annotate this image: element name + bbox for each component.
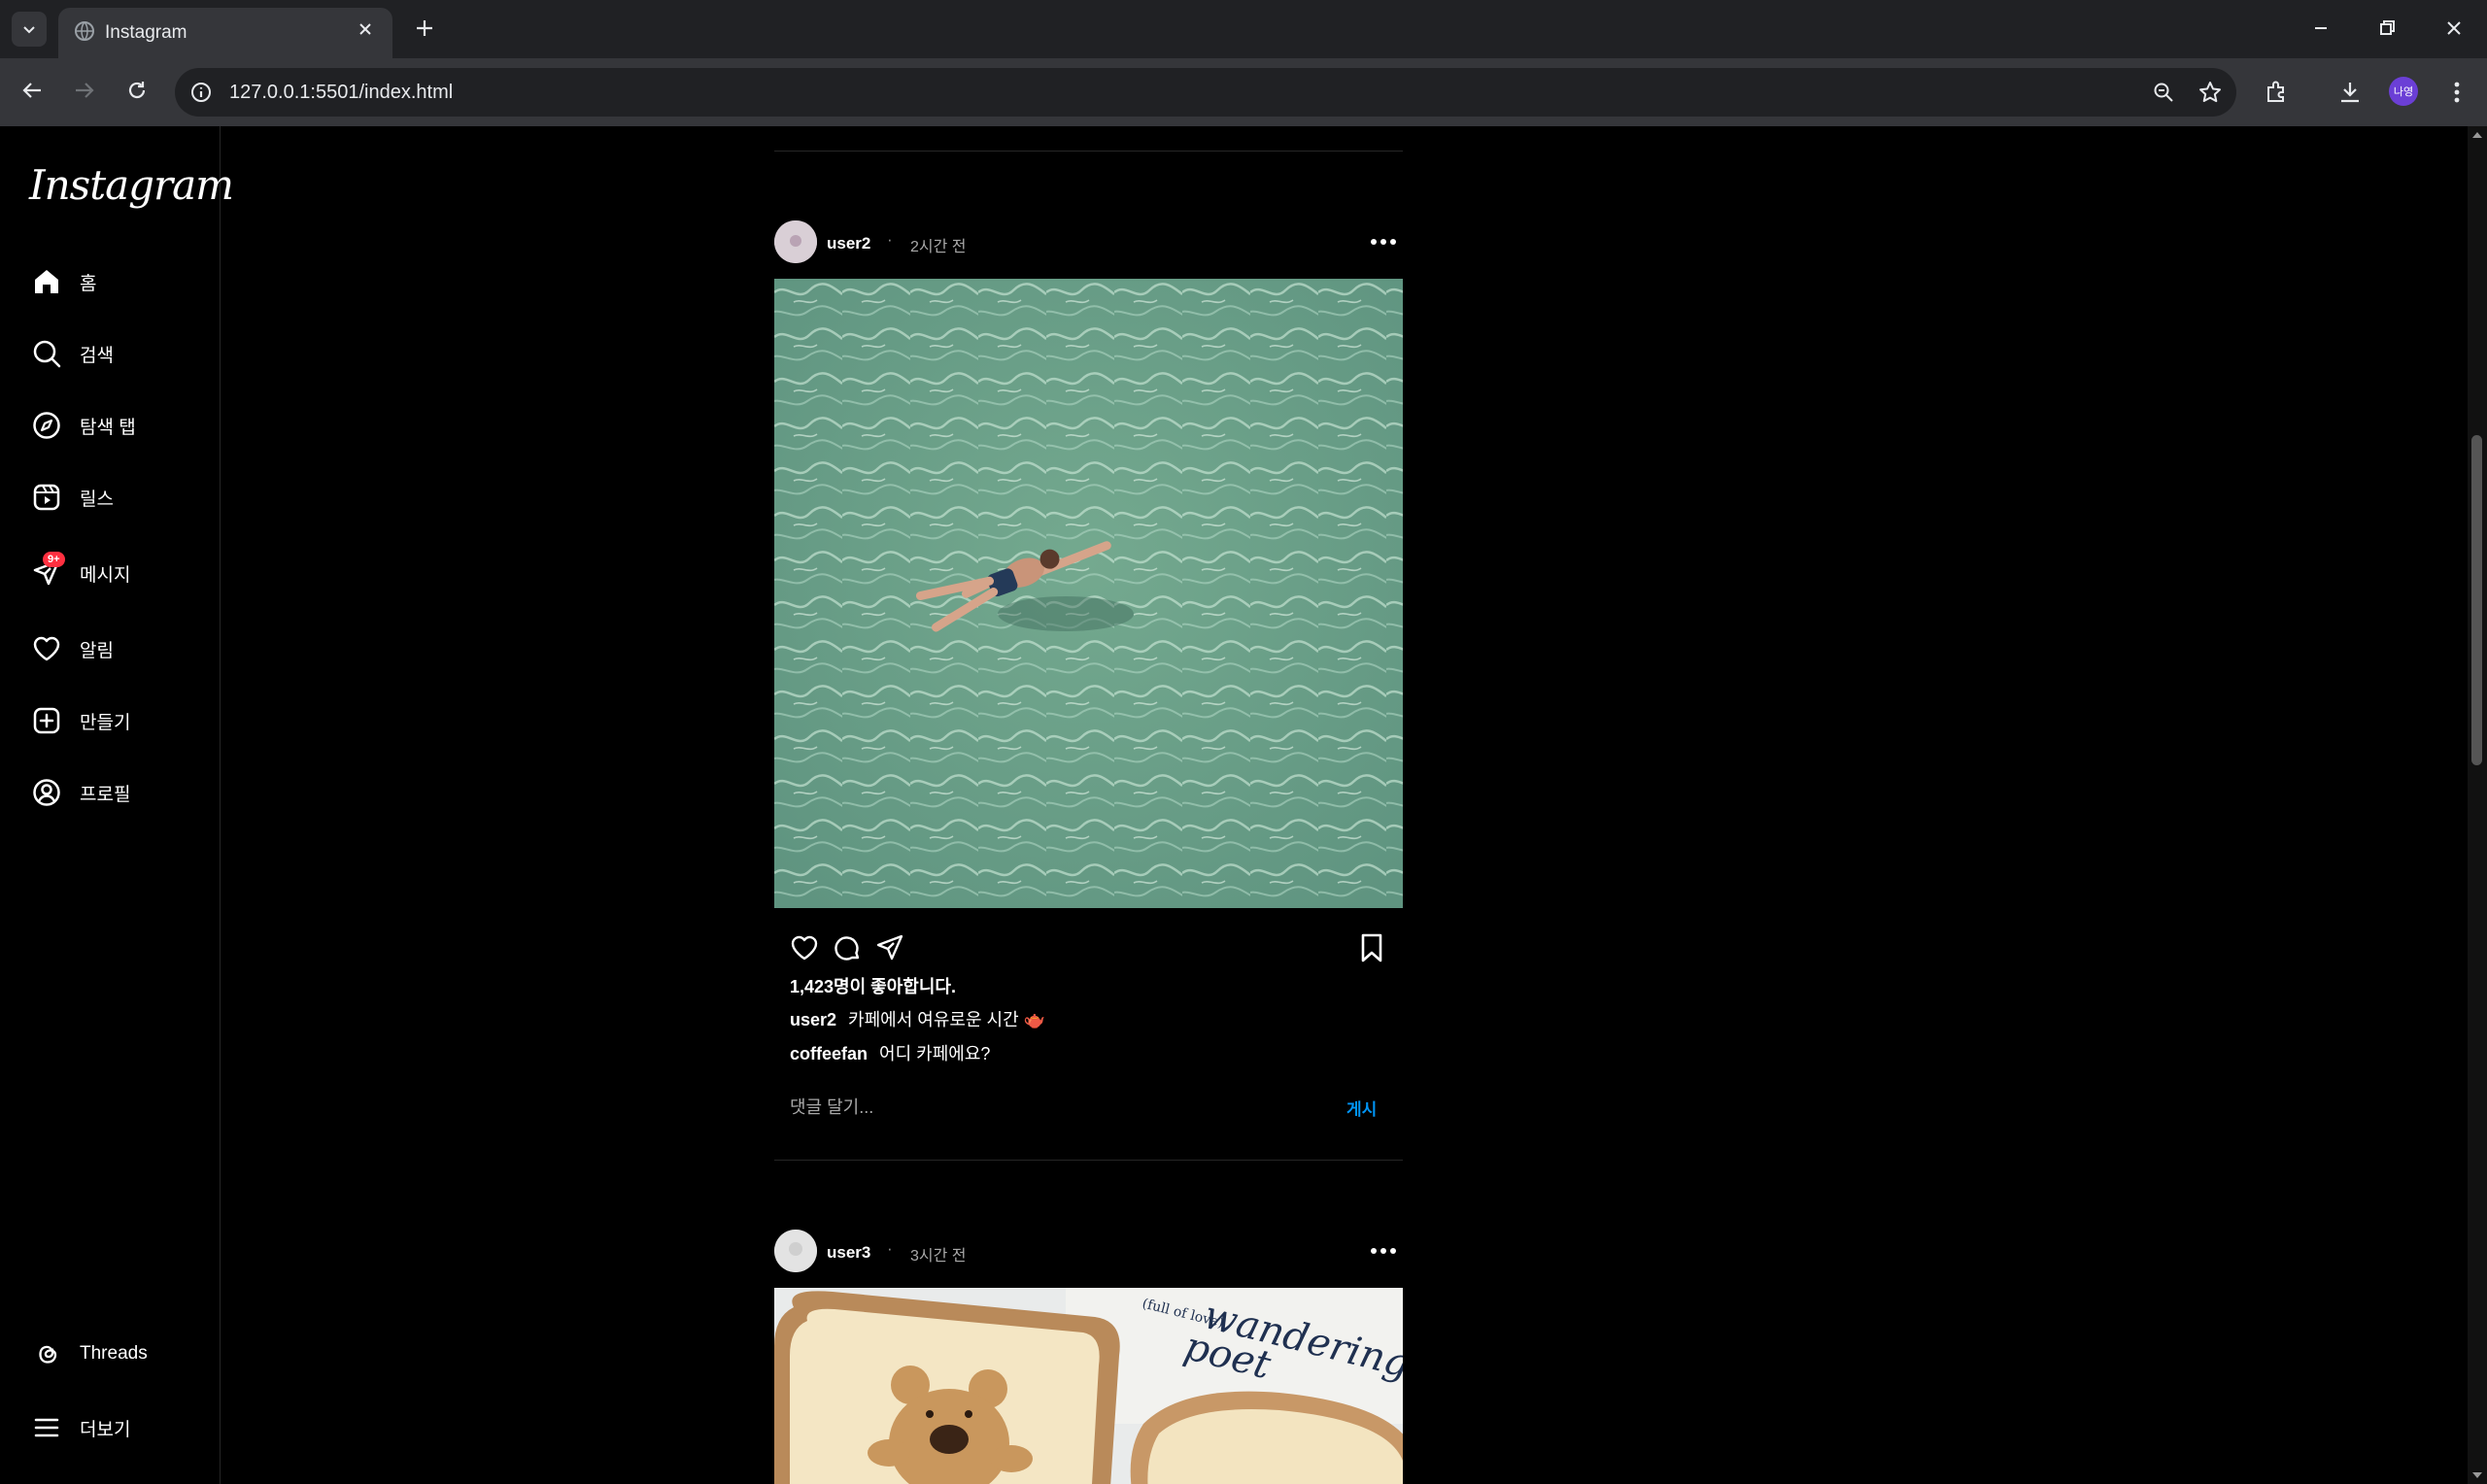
site-info-icon[interactable]: [188, 80, 214, 105]
send-icon: 9+: [29, 552, 65, 590]
caption-username[interactable]: user2: [790, 1010, 836, 1029]
tab-title: Instagram: [105, 22, 187, 43]
separator-dot: ·: [887, 230, 893, 249]
sidebar-item-notifications[interactable]: 알림: [29, 629, 114, 668]
sidebar: Instagram 홈 검색 탐색 탭 릴스 9+ 메시지 알림 만들기 프로필…: [0, 126, 234, 1484]
sidebar-item-more[interactable]: 더보기: [29, 1408, 130, 1447]
comment-username[interactable]: coffeefan: [790, 1044, 868, 1063]
sidebar-item-label: 만들기: [80, 712, 131, 733]
comment-input[interactable]: 댓글 달기...: [790, 1094, 873, 1119]
reload-icon[interactable]: [122, 76, 152, 105]
sidebar-item-home[interactable]: 홈: [29, 262, 96, 301]
like-count[interactable]: 1,423명이 좋아합니다.: [790, 973, 956, 998]
post-divider: [774, 151, 1403, 152]
extensions-icon[interactable]: [2262, 78, 2291, 107]
post-caption: user2 카페에서 여유로운 시간 🫖: [790, 1006, 1045, 1031]
post-username[interactable]: user3: [827, 1243, 870, 1263]
profile-avatar[interactable]: 나영: [2389, 77, 2418, 106]
tab-search-button[interactable]: [12, 12, 47, 47]
plus-square-icon: [29, 703, 64, 738]
sidebar-item-label: 더보기: [80, 1419, 131, 1440]
sidebar-item-search[interactable]: 검색: [29, 334, 114, 373]
post-comment-button[interactable]: 게시: [1346, 1096, 1377, 1120]
separator-dot: ·: [887, 1239, 893, 1258]
bookmark-star-icon[interactable]: [2197, 80, 2223, 105]
close-tab-icon[interactable]: [356, 19, 375, 39]
sidebar-item-label: Threads: [80, 1343, 148, 1364]
user-avatar[interactable]: [774, 220, 817, 263]
bookmark-icon[interactable]: [1356, 931, 1387, 964]
post-image-bread[interactable]: wandering (full of love) poet: [774, 1288, 1403, 1484]
like-heart-icon[interactable]: [789, 932, 820, 963]
post-username[interactable]: user2: [827, 234, 870, 253]
user-avatar[interactable]: [774, 1230, 817, 1272]
sidebar-item-reels[interactable]: 릴스: [29, 478, 114, 517]
back-icon[interactable]: [17, 76, 47, 105]
sidebar-item-threads[interactable]: Threads: [29, 1334, 148, 1373]
new-tab-icon[interactable]: [410, 14, 439, 43]
forward-icon[interactable]: [70, 76, 99, 105]
sidebar-item-label: 메시지: [80, 564, 131, 586]
more-options-icon[interactable]: [1370, 1247, 1397, 1255]
caption-text: 카페에서 여유로운 시간 🫖: [848, 1010, 1046, 1029]
address-bar[interactable]: 127.0.0.1:5501/index.html: [175, 68, 2236, 117]
zoom-icon[interactable]: [2151, 80, 2176, 105]
post-image-swimmer[interactable]: [774, 279, 1403, 908]
scrollbar-thumb[interactable]: [2471, 435, 2482, 765]
heart-icon: [29, 631, 64, 666]
sidebar-item-label: 릴스: [80, 489, 114, 510]
page-scrollbar[interactable]: [2468, 126, 2487, 1484]
download-icon[interactable]: [2335, 78, 2365, 107]
search-icon: [29, 336, 64, 371]
instagram-logo[interactable]: Instagram: [29, 161, 234, 209]
scroll-down-arrow-icon[interactable]: [2471, 1470, 2483, 1480]
post-time: 3시간 전: [910, 1248, 967, 1265]
comment-row: coffeefan 어디 카페에요?: [790, 1040, 990, 1065]
threads-icon: [29, 1336, 64, 1371]
comment-icon[interactable]: [832, 932, 863, 963]
menu-icon: [29, 1410, 64, 1445]
reels-icon: [29, 480, 64, 515]
chevron-down-icon: [23, 26, 35, 34]
message-badge: 9+: [43, 552, 65, 567]
scroll-up-arrow-icon[interactable]: [2471, 130, 2483, 140]
sidebar-item-label: 탐색 탭: [80, 417, 136, 438]
post-header: user3 · 3시간 전: [774, 1230, 1403, 1272]
browser-tab[interactable]: Instagram: [58, 8, 392, 58]
sidebar-item-label: 프로필: [80, 784, 131, 805]
sidebar-item-profile[interactable]: 프로필: [29, 773, 130, 812]
sidebar-item-label: 검색: [80, 345, 114, 366]
sidebar-item-explore[interactable]: 탐색 탭: [29, 406, 136, 445]
sidebar-item-create[interactable]: 만들기: [29, 701, 130, 740]
comment-text: 어디 카페에요?: [879, 1044, 991, 1063]
page-viewport: Instagram 홈 검색 탐색 탭 릴스 9+ 메시지 알림 만들기 프로필…: [0, 126, 2487, 1484]
close-window-icon[interactable]: [2439, 14, 2469, 43]
restore-icon[interactable]: [2372, 14, 2402, 43]
home-icon: [29, 264, 64, 299]
compass-icon: [29, 408, 64, 443]
browser-toolbar: 127.0.0.1:5501/index.html 나영: [0, 58, 2487, 126]
post-divider: [774, 1160, 1403, 1161]
post-actions: [789, 928, 1391, 967]
url-text: 127.0.0.1:5501/index.html: [229, 82, 454, 103]
sidebar-item-label: 알림: [80, 640, 114, 661]
post-time: 2시간 전: [910, 239, 967, 255]
minimize-icon[interactable]: [2306, 14, 2335, 43]
post-header: user2 · 2시간 전: [774, 220, 1403, 263]
sidebar-item-label: 홈: [80, 273, 97, 294]
profile-icon: [29, 775, 64, 810]
chrome-menu-icon[interactable]: [2444, 78, 2470, 107]
more-options-icon[interactable]: [1370, 238, 1397, 246]
sidebar-item-messages[interactable]: 9+ 메시지: [29, 552, 131, 592]
share-send-icon[interactable]: [874, 932, 905, 963]
globe-icon: [75, 21, 94, 41]
browser-tab-bar: Instagram: [0, 0, 2487, 58]
